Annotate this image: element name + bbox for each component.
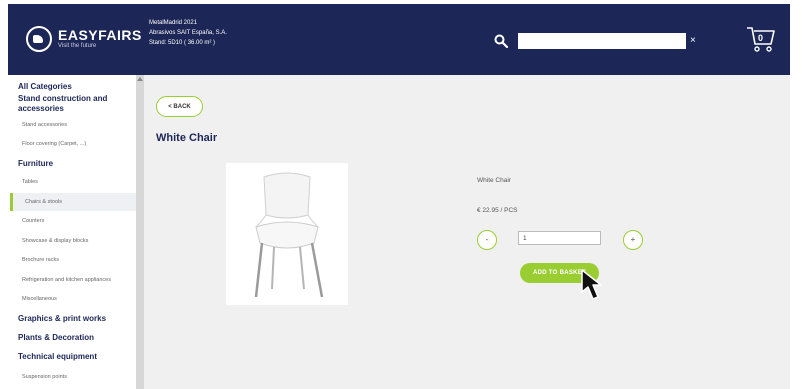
search-input[interactable]	[518, 33, 686, 49]
stand-info: Stand: 5D10 ( 36.00 m² )	[149, 40, 216, 46]
sidebar-item-graphics[interactable]: Graphics & print works	[18, 314, 106, 324]
sidebar-item-technical[interactable]: Technical equipment	[18, 352, 97, 362]
product-price: € 22.95 / PCS	[477, 207, 518, 214]
sidebar-scrollbar[interactable]	[136, 75, 144, 389]
mouse-pointer-icon	[581, 269, 602, 300]
sidebar-item-plants[interactable]: Plants & Decoration	[18, 333, 94, 343]
cart-count-badge: 0	[758, 33, 764, 43]
sidebar-item-showcase[interactable]: Showcase & display blocks	[22, 237, 88, 245]
top-header: EASYFAIRS Visit the future MetalMadrid 2…	[8, 4, 790, 75]
easyfairs-logo[interactable]: EASYFAIRS Visit the future	[26, 26, 142, 52]
category-sidebar: All Categories Stand construction and ac…	[8, 75, 136, 389]
quantity-increase-button[interactable]: +	[623, 230, 643, 250]
clear-search-icon[interactable]: ×	[690, 34, 696, 48]
logo-tagline: Visit the future	[58, 43, 97, 49]
logo-mark-icon	[26, 26, 52, 52]
search-icon[interactable]	[494, 34, 508, 48]
logo-name: EASYFAIRS	[58, 27, 142, 43]
sidebar-item-all-categories[interactable]: All Categories	[18, 82, 72, 92]
page-title: White Chair	[156, 132, 218, 144]
event-info: MetalMadrid 2021 Abrasivos SAIT España, …	[149, 18, 227, 48]
product-detail-panel: < BACK White Chair White Chair € 22.95 /…	[144, 75, 790, 389]
sidebar-item-chairs-stools[interactable]: Chairs & stools	[10, 193, 136, 211]
sidebar-item-floor-covering[interactable]: Floor covering (Carpet, ...)	[22, 140, 86, 148]
sidebar-item-counters[interactable]: Counters	[22, 217, 44, 225]
product-name: White Chair	[477, 177, 511, 184]
event-name: MetalMadrid 2021	[149, 20, 198, 26]
scroll-up-arrow-icon[interactable]	[137, 77, 143, 81]
cart-button[interactable]: 0	[746, 25, 776, 53]
sidebar-item-stand-accessories[interactable]: Stand accessories	[22, 121, 67, 129]
sidebar-item-refrigeration[interactable]: Refrigeration and kitchen appliances	[22, 276, 111, 284]
sidebar-item-stand-construction[interactable]: Stand construction and accessories	[18, 94, 130, 114]
sidebar-item-suspension-points[interactable]: Suspension points	[22, 373, 67, 381]
page-right-margin	[790, 0, 807, 389]
exhibitor-name: Abrasivos SAIT España, S.A.	[149, 30, 227, 36]
sidebar-item-miscellaneous[interactable]: Miscellaneous	[22, 295, 57, 303]
back-button[interactable]: < BACK	[156, 96, 203, 117]
quantity-input[interactable]	[518, 231, 601, 245]
sidebar-item-brochure-racks[interactable]: Brochure racks	[22, 256, 59, 264]
sidebar-item-tables[interactable]: Tables	[22, 178, 38, 186]
quantity-decrease-button[interactable]: -	[477, 230, 497, 250]
product-image	[226, 163, 348, 305]
white-chair-image	[254, 172, 324, 298]
sidebar-item-furniture[interactable]: Furniture	[18, 159, 53, 169]
